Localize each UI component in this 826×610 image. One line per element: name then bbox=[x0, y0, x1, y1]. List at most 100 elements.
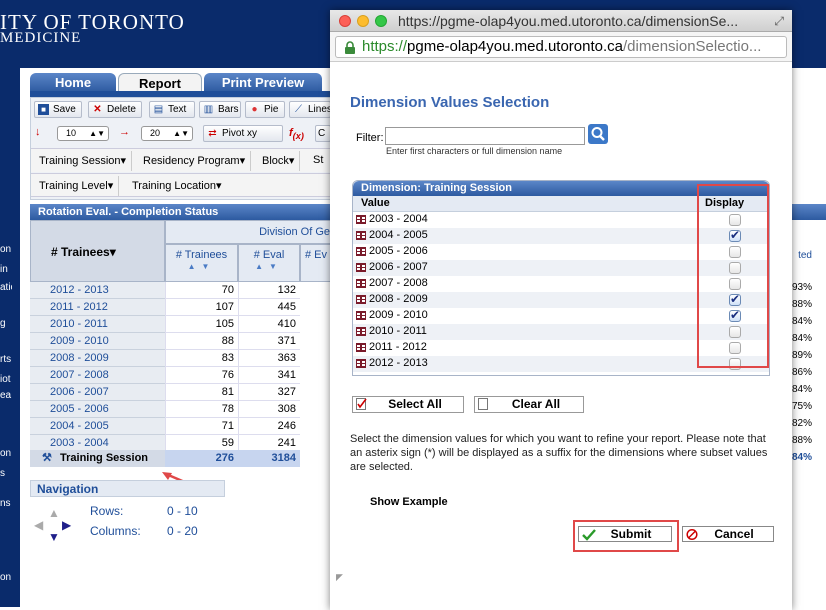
cell-eval: 445 bbox=[238, 299, 300, 316]
col-header-eval[interactable]: # Eval ▲▼ bbox=[238, 244, 300, 282]
bars-label: Bars bbox=[218, 104, 239, 115]
bars-view-button[interactable]: ▥ Bars bbox=[199, 101, 241, 118]
cell-trainees: 81 bbox=[165, 384, 238, 401]
calendar-icon bbox=[356, 279, 366, 288]
url-bar: https://pgme-olap4you.med.utoronto.ca/di… bbox=[330, 32, 792, 62]
pan-arrows-icon[interactable]: ▲ ◀ ▶ ▼ bbox=[32, 506, 72, 544]
url-field[interactable]: https://pgme-olap4you.med.utoronto.ca/di… bbox=[335, 36, 787, 58]
resize-corner-icon: ◤ bbox=[336, 572, 343, 582]
nav-rows-label: Rows: bbox=[90, 504, 124, 518]
pie-label: Pie bbox=[264, 104, 279, 115]
dim-block[interactable]: Block▾ bbox=[262, 151, 301, 171]
url-protocol: https:// bbox=[362, 38, 408, 55]
window-titlebar: https://pgme-olap4you.med.utoronto.ca/di… bbox=[330, 10, 792, 32]
dimension-value-label: 2003 - 2004 bbox=[369, 213, 428, 225]
bar-chart-icon: ▥ bbox=[203, 104, 214, 115]
search-icon bbox=[591, 127, 605, 141]
dim-residency-program[interactable]: Residency Program▾ bbox=[143, 151, 252, 171]
row-label[interactable]: 2010 - 2011 bbox=[30, 316, 165, 333]
tab-print-preview[interactable]: Print Preview bbox=[204, 73, 322, 92]
trainees-row-header[interactable]: # Trainees▾ bbox=[30, 220, 165, 282]
nav-rows: Rows: 0 - 10 bbox=[90, 504, 198, 518]
row-label[interactable]: 2005 - 2006 bbox=[30, 401, 165, 418]
dim-status[interactable]: St bbox=[313, 154, 323, 166]
tab-report[interactable]: Report bbox=[118, 73, 202, 92]
formula-icon[interactable]: f(x) bbox=[289, 127, 304, 141]
calendar-icon bbox=[356, 327, 366, 336]
nav-cols-range: 0 - 20 bbox=[167, 524, 198, 538]
stepper-arrows-icon: ▲▼ bbox=[173, 129, 189, 138]
row-label[interactable]: 2006 - 2007 bbox=[30, 384, 165, 401]
row-label[interactable]: 2009 - 2010 bbox=[30, 333, 165, 350]
lines-view-button[interactable]: ⟋ Lines bbox=[289, 101, 331, 118]
cell-eval: 363 bbox=[238, 350, 300, 367]
clear-all-button[interactable]: Clear All bbox=[474, 396, 584, 413]
cell-eval: 341 bbox=[238, 367, 300, 384]
calendar-icon bbox=[356, 247, 366, 256]
row-label[interactable]: 2012 - 2013 bbox=[30, 282, 165, 299]
tab-home[interactable]: Home bbox=[30, 73, 116, 92]
col-header-trainees[interactable]: # Trainees ▲▼ bbox=[165, 244, 238, 282]
submit-button[interactable]: Submit bbox=[578, 526, 672, 542]
row-label[interactable]: 2007 - 2008 bbox=[30, 367, 165, 384]
sort-arrows-icon[interactable]: ▲▼ bbox=[166, 262, 237, 271]
display-column-highlight bbox=[697, 184, 769, 368]
row-label[interactable]: 2011 - 2012 bbox=[30, 299, 165, 316]
checkmark-icon bbox=[582, 529, 596, 541]
dim-training-session[interactable]: Training Session▾ bbox=[39, 151, 133, 171]
show-example-link[interactable]: Show Example bbox=[370, 496, 448, 508]
navigation-panel: Navigation ▲ ◀ ▶ ▼ Rows: 0 - 10 Columns: 0… bbox=[30, 480, 225, 544]
cell-trainees: 78 bbox=[165, 401, 238, 418]
cols-limit-stepper[interactable]: 20 ▲▼ bbox=[141, 126, 193, 141]
close-window-button[interactable] bbox=[339, 15, 351, 27]
nav-columns: Columns: 0 - 20 bbox=[90, 524, 198, 538]
cell-eval: 132 bbox=[238, 282, 300, 299]
maximize-window-button[interactable] bbox=[375, 15, 387, 27]
rows-limit-icon: ↓ bbox=[35, 126, 41, 138]
calendar-icon bbox=[356, 295, 366, 304]
dim-training-location[interactable]: Training Location▾ bbox=[132, 179, 222, 192]
calendar-icon bbox=[356, 215, 366, 224]
filter-input[interactable] bbox=[385, 127, 585, 145]
lock-icon bbox=[345, 41, 355, 54]
right-col-value: 75% bbox=[791, 401, 812, 412]
pivot-icon: ⇄ bbox=[208, 128, 217, 139]
floppy-icon: ■ bbox=[38, 104, 49, 115]
col-header-label: # Ev bbox=[305, 249, 328, 261]
dim-label: Block bbox=[262, 155, 289, 167]
calendar-icon bbox=[356, 311, 366, 320]
right-col-value: 93% bbox=[791, 282, 812, 293]
right-col-value: 89% bbox=[791, 350, 812, 361]
delete-x-icon: ✕ bbox=[93, 104, 102, 115]
rows-limit-stepper[interactable]: 10 ▲▼ bbox=[57, 126, 109, 141]
line-chart-icon: ⟋ bbox=[295, 104, 302, 115]
pie-chart-icon: ● bbox=[251, 104, 258, 115]
report-toolbar: ■ Save ✕ Delete ▤ Text ▥ Bars ● Pie ⟋ Li… bbox=[30, 97, 332, 200]
row-label[interactable]: 2008 - 2009 bbox=[30, 350, 165, 367]
right-col-value: 84% bbox=[791, 384, 812, 395]
cell-trainees: 107 bbox=[165, 299, 238, 316]
wand-icon: ⚒ bbox=[42, 452, 52, 464]
sort-arrows-icon[interactable]: ▲▼ bbox=[239, 262, 299, 271]
search-button[interactable] bbox=[588, 124, 608, 144]
text-view-button[interactable]: ▤ Text bbox=[149, 101, 195, 118]
save-button[interactable]: ■ Save bbox=[34, 101, 82, 118]
minimize-window-button[interactable] bbox=[357, 15, 369, 27]
right-col-value: 84% bbox=[791, 316, 812, 327]
select-all-button[interactable]: Select All bbox=[352, 396, 464, 413]
expand-icon[interactable]: ⤢ bbox=[774, 14, 784, 29]
right-col-value: 82% bbox=[791, 418, 812, 429]
rows-limit-value: 10 bbox=[66, 128, 77, 138]
cancel-button[interactable]: Cancel bbox=[682, 526, 774, 542]
pivot-button[interactable]: ⇄ Pivot xy bbox=[203, 125, 283, 142]
row-label[interactable]: 2004 - 2005 bbox=[30, 418, 165, 435]
total-row-label[interactable]: ⚒ Training Session bbox=[30, 450, 165, 467]
popup-content: Dimension Values Selection Filter: Enter… bbox=[330, 62, 792, 610]
pie-view-button[interactable]: ● Pie bbox=[245, 101, 285, 118]
calendar-icon bbox=[356, 263, 366, 272]
delete-button[interactable]: ✕ Delete bbox=[88, 101, 142, 118]
submit-label: Submit bbox=[610, 527, 652, 541]
dim-training-level[interactable]: Training Level▾ bbox=[39, 176, 120, 196]
right-col-value: 86% bbox=[791, 367, 812, 378]
calc-button[interactable]: C bbox=[315, 125, 331, 142]
